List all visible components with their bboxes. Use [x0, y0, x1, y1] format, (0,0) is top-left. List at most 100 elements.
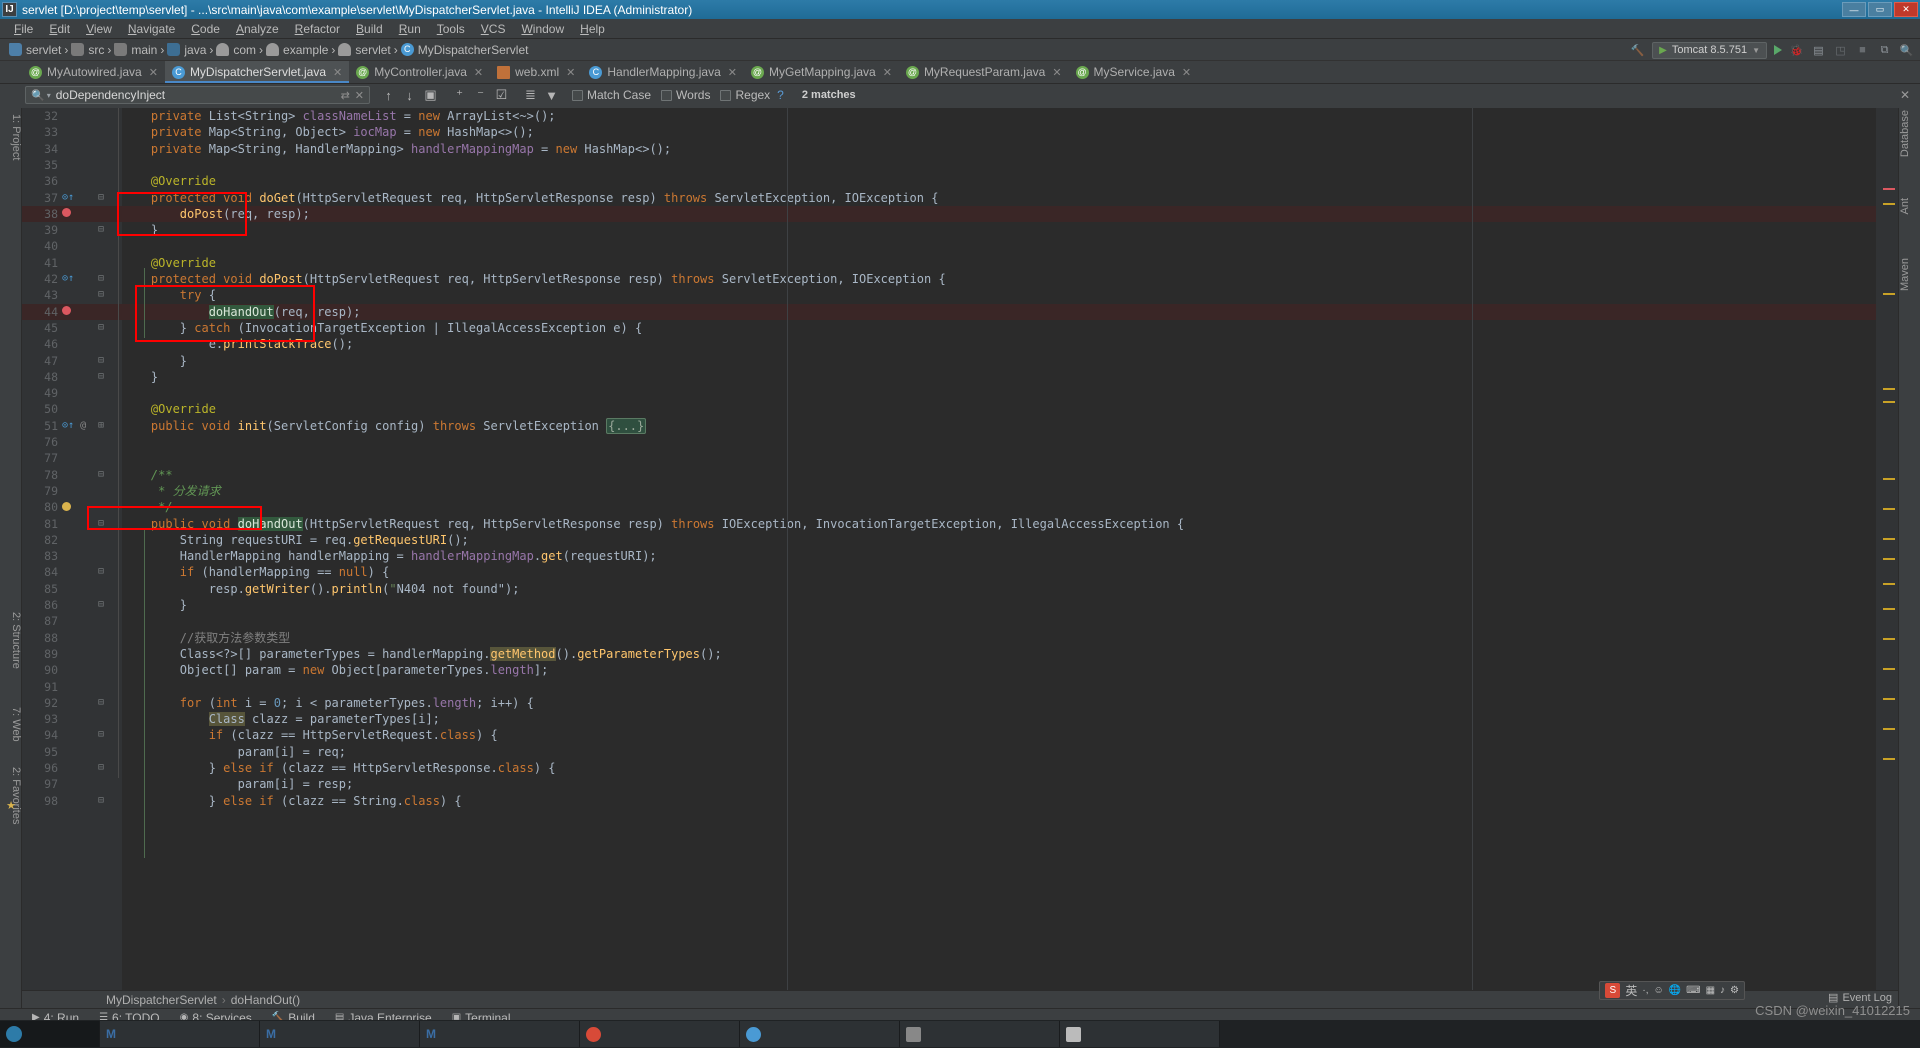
editor-tab-mycontroller-java[interactable]: @ MyController.java ✕ — [349, 61, 490, 83]
hammer-build-icon[interactable]: 🔨 — [1630, 43, 1645, 58]
editor-tab-myrequestparam-java[interactable]: @ MyRequestParam.java ✕ — [899, 61, 1069, 83]
code-line[interactable]: 34 private Map<String, HandlerMapping> h… — [22, 141, 1898, 157]
ime-language-label[interactable]: 英 — [1625, 982, 1637, 999]
code-line[interactable]: 33 private Map<String, Object> iocMap = … — [22, 124, 1898, 140]
match-case-checkbox[interactable]: Match Case — [572, 88, 651, 102]
fold-toggle[interactable]: ⊟ — [94, 597, 108, 613]
in-selection-button[interactable]: ≣ — [520, 85, 541, 105]
code-line[interactable]: 38 doPost(req, resp); — [22, 205, 1898, 223]
ime-icon[interactable]: 🌐 — [1669, 985, 1681, 996]
taskbar-item[interactable] — [740, 1021, 900, 1047]
menu-item-analyze[interactable]: Analyze — [228, 19, 287, 39]
minimize-button[interactable]: — — [1842, 2, 1866, 17]
code-line[interactable]: 88 //获取方法参数类型 — [22, 630, 1898, 646]
gutter-marker[interactable] — [62, 304, 84, 320]
gutter-marker[interactable] — [62, 206, 84, 222]
taskbar-item[interactable] — [900, 1021, 1060, 1047]
editor-tab-myservice-java[interactable]: @ MyService.java ✕ — [1069, 61, 1199, 83]
code-line[interactable]: 89 Class<?>[] parameterTypes = handlerMa… — [22, 646, 1898, 662]
code-line[interactable]: 80 */ — [22, 499, 1898, 515]
breadcrumb-item-example[interactable]: example — [263, 43, 331, 57]
code-line[interactable]: 50 @Override — [22, 401, 1898, 417]
code-line[interactable]: 84 ⊟ if (handlerMapping == null) { — [22, 564, 1898, 580]
breadcrumb-item-mydispatcherservlet[interactable]: C MyDispatcherServlet — [398, 43, 532, 57]
code-line[interactable]: 81 ⊟ public void doHandOut(HttpServletReq… — [22, 516, 1898, 532]
editor-tab-myautowired-java[interactable]: @ MyAutowired.java ✕ — [22, 61, 165, 83]
breadcrumb-method[interactable]: doHandOut() — [231, 993, 300, 1007]
breadcrumb-item-com[interactable]: com — [213, 43, 259, 57]
taskbar-item[interactable] — [1060, 1021, 1220, 1047]
menu-item-build[interactable]: Build — [348, 19, 391, 39]
close-icon[interactable]: ✕ — [728, 66, 737, 79]
sidebar-item-project[interactable]: 1: Project — [0, 110, 22, 160]
override-method-icon[interactable]: ⊙↑ — [62, 418, 74, 434]
menu-item-file[interactable]: File — [6, 19, 41, 39]
run-configuration-selector[interactable]: ▶ Tomcat 8.5.751 ▼ — [1652, 41, 1767, 59]
run-coverage-icon[interactable]: ▤ — [1811, 43, 1826, 58]
code-line[interactable]: 96 ⊟ } else if (clazz == HttpServletRespo… — [22, 760, 1898, 776]
close-icon[interactable]: ✕ — [474, 66, 483, 79]
fold-toggle[interactable]: ⊞ — [94, 418, 108, 434]
breakpoint-icon[interactable] — [62, 208, 71, 218]
menu-item-run[interactable]: Run — [391, 19, 429, 39]
code-line[interactable]: 37 ⊙↑ ⊟ protected void doGet(HttpServletRe… — [22, 190, 1898, 206]
debug-icon[interactable]: 🐞 — [1789, 43, 1804, 58]
code-line[interactable]: 94 ⊟ if (clazz == HttpServletRequest.clas… — [22, 727, 1898, 743]
attach-icon[interactable]: ⧉ — [1877, 43, 1892, 58]
fold-toggle[interactable]: ⊟ — [94, 271, 108, 287]
code-line[interactable]: 93 Class clazz = parameterTypes[i]; — [22, 711, 1898, 727]
history-icon[interactable]: ⇄ — [341, 89, 350, 102]
menu-item-view[interactable]: View — [78, 19, 120, 39]
add-occurrence-button[interactable]: ⁺ — [449, 85, 470, 105]
maximize-button[interactable]: ▭ — [1868, 2, 1892, 17]
code-line[interactable]: 44 doHandOut(req, resp); — [22, 303, 1898, 320]
fold-toggle[interactable]: ⊟ — [94, 369, 108, 385]
find-next-button[interactable]: ↓ — [399, 85, 420, 105]
breadcrumb-item-main[interactable]: main — [111, 43, 160, 57]
close-icon[interactable]: ✕ — [1182, 66, 1191, 79]
fold-toggle[interactable]: ⊟ — [94, 222, 108, 238]
code-line[interactable]: 43 ⊟ try { — [22, 287, 1898, 303]
code-editor[interactable]: 32 private List<String> classNameList = … — [22, 108, 1898, 990]
fold-toggle[interactable]: ⊟ — [94, 564, 108, 580]
code-line[interactable]: 41 @Override — [22, 255, 1898, 271]
editor-tab-handlermapping-java[interactable]: C HandlerMapping.java ✕ — [582, 61, 744, 83]
code-line[interactable]: 86 ⊟ } — [22, 597, 1898, 613]
fold-toggle[interactable]: ⊟ — [94, 320, 108, 336]
editor-tab-mygetmapping-java[interactable]: @ MyGetMapping.java ✕ — [744, 61, 899, 83]
code-line[interactable]: 83 HandlerMapping handlerMapping = handl… — [22, 548, 1898, 564]
taskbar-item[interactable]: M — [100, 1021, 260, 1047]
breadcrumb-item-src[interactable]: src — [68, 43, 107, 57]
code-line[interactable]: 42 ⊙↑ ⊟ protected void doPost(HttpServletR… — [22, 271, 1898, 287]
menu-item-help[interactable]: Help — [572, 19, 613, 39]
fold-toggle[interactable]: ⊟ — [94, 467, 108, 483]
code-line[interactable]: 92 ⊟ for (int i = 0; i < parameterTypes.l… — [22, 695, 1898, 711]
filter-button[interactable]: ▼ — [541, 85, 562, 105]
code-line[interactable]: 51 ⊙↑ @ ⊞ public void init(ServletConfig c… — [22, 417, 1898, 434]
ime-icon[interactable]: ▦ — [1706, 985, 1715, 996]
code-line[interactable]: 85 resp.getWriter().println("N404 not fo… — [22, 581, 1898, 597]
gutter-marker[interactable]: ⊙↑ — [62, 190, 84, 206]
code-line[interactable]: 95 param[i] = req; — [22, 744, 1898, 760]
find-previous-button[interactable]: ↑ — [378, 85, 399, 105]
folded-code-region[interactable]: {...} — [606, 417, 647, 434]
code-line[interactable]: 82 String requestURI = req.getRequestURI… — [22, 532, 1898, 548]
gutter-marker[interactable]: ⊙↑ @ — [62, 418, 86, 434]
ime-toolbar[interactable]: S 英 ·, ☺ 🌐 ⌨ ▦ ♪ ⚙ — [1599, 981, 1745, 1000]
fold-toggle[interactable]: ⊟ — [94, 287, 108, 303]
code-line[interactable]: 47 ⊟ } — [22, 353, 1898, 369]
close-icon[interactable]: ✕ — [566, 66, 575, 79]
menu-item-refactor[interactable]: Refactor — [287, 19, 348, 39]
editor-tab-web-xml[interactable]: web.xml ✕ — [490, 61, 582, 83]
stop-icon[interactable]: ■ — [1855, 43, 1870, 58]
fold-toggle[interactable]: ⊟ — [94, 190, 108, 206]
ime-icon[interactable]: ⚙ — [1730, 985, 1739, 996]
code-line[interactable]: 40 — [22, 238, 1898, 254]
close-button[interactable]: ✕ — [1894, 2, 1918, 17]
fold-toggle[interactable]: ⊟ — [94, 760, 108, 776]
ime-icon[interactable]: ·, — [1642, 985, 1648, 996]
breadcrumb-item-servlet[interactable]: servlet — [6, 43, 64, 57]
fold-toggle[interactable]: ⊟ — [94, 793, 108, 809]
code-line[interactable]: 35 — [22, 157, 1898, 173]
select-all-matches-button[interactable]: ☑ — [491, 85, 512, 105]
